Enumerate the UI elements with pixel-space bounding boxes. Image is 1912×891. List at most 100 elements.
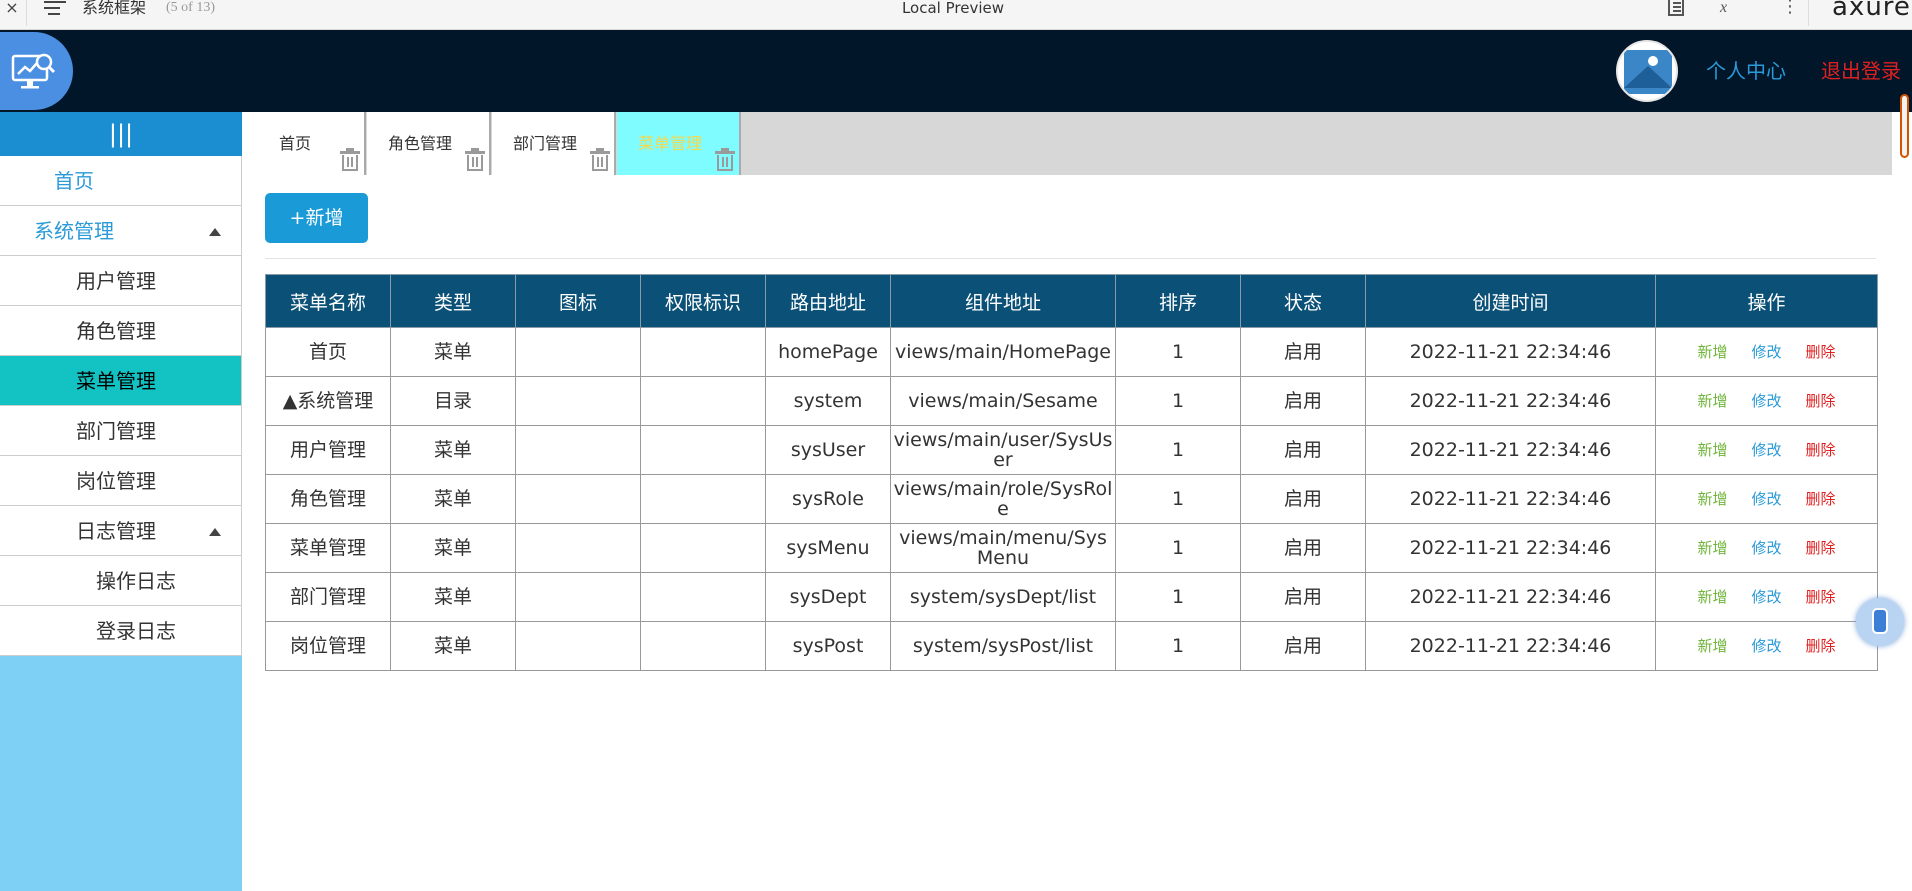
sidebar-item-posts[interactable]: 岗位管理 — [0, 456, 241, 506]
table-row: 角色管理 菜单 sysRole views/main/role/SysRole … — [265, 474, 1878, 524]
cell-created: 2022-11-21 22:34:46 — [1365, 474, 1656, 524]
cell-type: 菜单 — [390, 474, 516, 524]
row-delete-link[interactable]: 删除 — [1806, 490, 1836, 508]
cell-icon — [515, 523, 641, 573]
row-delete-link[interactable]: 删除 — [1806, 441, 1836, 459]
cell-created: 2022-11-21 22:34:46 — [1365, 327, 1656, 377]
logout-link[interactable]: 退出登录 — [1821, 59, 1901, 83]
caret-up-icon — [209, 528, 221, 536]
row-edit-link[interactable]: 修改 — [1751, 539, 1781, 557]
sidebar-item-label: 登录日志 — [96, 619, 176, 643]
column-header: 创建时间 — [1365, 274, 1656, 328]
column-header: 操作 — [1655, 274, 1878, 328]
notes-icon[interactable] — [1668, 0, 1684, 16]
row-add-link[interactable]: 新增 — [1697, 588, 1727, 606]
cell-route: sysRole — [765, 474, 891, 524]
row-delete-link[interactable]: 删除 — [1806, 392, 1836, 410]
cell-perm — [640, 376, 766, 426]
table-row: 部门管理 菜单 sysDept system/sysDept/list 1 启用… — [265, 572, 1878, 622]
column-header: 类型 — [390, 274, 516, 328]
cell-status: 启用 — [1240, 572, 1366, 622]
row-add-link[interactable]: 新增 — [1697, 343, 1727, 361]
cell-perm — [640, 523, 766, 573]
row-delete-link[interactable]: 删除 — [1806, 343, 1836, 361]
row-add-link[interactable]: 新增 — [1697, 539, 1727, 557]
sidebar-item-label: 角色管理 — [76, 319, 156, 343]
sidebar-item-departments[interactable]: 部门管理 — [0, 406, 241, 456]
table-row: 岗位管理 菜单 sysPost system/sysPost/list 1 启用… — [265, 621, 1878, 671]
tab-menus[interactable]: 菜单管理 — [617, 112, 741, 175]
cell-order: 1 — [1115, 425, 1241, 475]
sidebar-item-home[interactable]: 首页 — [0, 156, 241, 206]
cell-type: 菜单 — [390, 523, 516, 573]
user-center-link[interactable]: 个人中心 — [1706, 59, 1786, 83]
trash-icon[interactable] — [590, 148, 610, 171]
sidebar-item-system[interactable]: 系统管理 — [0, 206, 241, 256]
column-header: 状态 — [1240, 274, 1366, 328]
column-header: 菜单名称 — [265, 274, 391, 328]
cell-created: 2022-11-21 22:34:46 — [1365, 425, 1656, 475]
table-row: 用户管理 菜单 sysUser views/main/user/SysUser … — [265, 425, 1878, 475]
tab-home[interactable]: 首页 — [242, 112, 366, 175]
row-add-link[interactable]: 新增 — [1697, 637, 1727, 655]
sidebar-item-label: 操作日志 — [96, 569, 176, 593]
column-header: 图标 — [515, 274, 641, 328]
row-edit-link[interactable]: 修改 — [1751, 637, 1781, 655]
table-row: 菜单管理 菜单 sysMenu views/main/menu/SysMenu … — [265, 523, 1878, 573]
formula-icon[interactable]: x — [1720, 0, 1740, 18]
mountain-shape — [1624, 66, 1672, 88]
cell-name: 角色管理 — [265, 474, 391, 524]
trash-icon[interactable] — [715, 148, 735, 171]
cell-perm — [640, 327, 766, 377]
row-edit-link[interactable]: 修改 — [1751, 441, 1781, 459]
more-icon[interactable]: ⋮ — [1780, 0, 1800, 18]
cell-perm — [640, 425, 766, 475]
monitor-chart-icon — [11, 53, 56, 89]
cell-icon — [515, 474, 641, 524]
sidebar-item-label: 首页 — [54, 169, 94, 193]
cell-icon — [515, 327, 641, 377]
sidebar-item-label: 菜单管理 — [76, 369, 156, 393]
trash-icon[interactable] — [340, 148, 360, 171]
cell-route: sysDept — [765, 572, 891, 622]
cell-order: 1 — [1115, 327, 1241, 377]
sidebar-item-menus[interactable]: 菜单管理 — [0, 356, 241, 406]
sidebar-toggle-button[interactable]: ||| — [0, 112, 242, 156]
sidebar-item-roles[interactable]: 角色管理 — [0, 306, 241, 356]
avatar[interactable] — [1616, 40, 1678, 102]
row-edit-link[interactable]: 修改 — [1751, 490, 1781, 508]
toolbar-divider — [1808, 0, 1809, 26]
table-header-row: 菜单名称 类型 图标 权限标识 路由地址 组件地址 排序 状态 创建时间 操作 — [265, 274, 1878, 328]
sidebar-item-operation-logs[interactable]: 操作日志 — [0, 556, 241, 606]
row-add-link[interactable]: 新增 — [1697, 490, 1727, 508]
tab-bar: 首页 角色管理 部门管理 菜单管理 — [242, 112, 1892, 175]
cell-name[interactable]: ▲系统管理 — [265, 376, 391, 426]
sidebar-item-users[interactable]: 用户管理 — [0, 256, 241, 306]
row-edit-link[interactable]: 修改 — [1751, 343, 1781, 361]
divider — [265, 258, 1876, 259]
row-edit-link[interactable]: 修改 — [1751, 392, 1781, 410]
cell-perm — [640, 572, 766, 622]
row-edit-link[interactable]: 修改 — [1751, 588, 1781, 606]
row-add-link[interactable]: 新增 — [1697, 441, 1727, 459]
tab-roles[interactable]: 角色管理 — [367, 112, 491, 175]
caret-up-icon — [209, 228, 221, 236]
cell-order: 1 — [1115, 474, 1241, 524]
row-delete-link[interactable]: 删除 — [1806, 539, 1836, 557]
sidebar-item-label: 用户管理 — [76, 269, 156, 293]
row-delete-link[interactable]: 删除 — [1806, 588, 1836, 606]
floating-assistant-button[interactable] — [1856, 598, 1904, 646]
cell-component: system/sysDept/list — [890, 572, 1116, 622]
cell-created: 2022-11-21 22:34:46 — [1365, 376, 1656, 426]
sidebar-item-logs[interactable]: 日志管理 — [0, 506, 241, 556]
sidebar-item-login-logs[interactable]: 登录日志 — [0, 606, 241, 656]
page-scrollbar[interactable] — [1900, 94, 1909, 158]
row-delete-link[interactable]: 删除 — [1806, 637, 1836, 655]
trash-icon[interactable] — [465, 148, 485, 171]
sidebar-menu: 首页 系统管理 用户管理 角色管理 菜单管理 部门管理 岗位管理 日志管理 操作… — [0, 156, 242, 656]
column-header: 组件地址 — [890, 274, 1116, 328]
add-button[interactable]: +新增 — [265, 193, 368, 243]
sidebar: ||| 首页 系统管理 用户管理 角色管理 菜单管理 部门管理 岗位管理 日志管… — [0, 112, 242, 891]
row-add-link[interactable]: 新增 — [1697, 392, 1727, 410]
tab-departments[interactable]: 部门管理 — [492, 112, 616, 175]
